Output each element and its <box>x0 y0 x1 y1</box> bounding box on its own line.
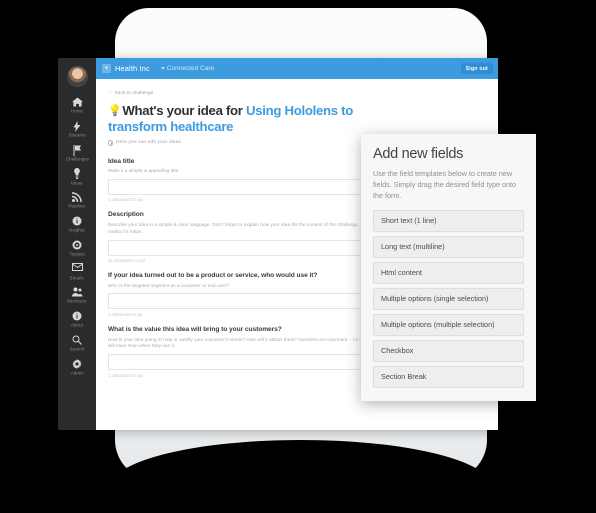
field-template-item[interactable]: Checkbox <box>373 340 524 363</box>
sidebar-item-insights[interactable]: Insights <box>58 213 96 237</box>
sidebar-item-admin[interactable]: Admin <box>58 356 96 380</box>
field-template-item[interactable]: Multiple options (single selection) <box>373 287 524 310</box>
sidebar-item-challenges[interactable]: Challenges <box>58 142 96 166</box>
add-new-fields-panel: Add new fields Use the field templates b… <box>361 134 536 402</box>
back-arrow-icon: ← <box>108 89 114 95</box>
members-icon <box>71 287 83 298</box>
info-icon <box>72 216 82 227</box>
back-to-challenge-link[interactable]: ← back to challenge <box>108 89 486 95</box>
sidebar-item-label: Pipeline <box>68 204 86 209</box>
topnav-label: Connected Care <box>166 65 215 72</box>
rss-icon <box>72 192 82 203</box>
sidebar-item-label: About <box>70 322 84 328</box>
field-help-text: Make it a simple & appealing title. <box>108 168 180 174</box>
bulb-icon <box>73 168 81 180</box>
page-subtitle-label: Here you can edit your ideas <box>115 140 181 146</box>
sidebar-item-emails[interactable]: Emails <box>58 260 96 284</box>
sidebar-item-label: Search <box>69 346 85 352</box>
panel-description: Use the field templates below to create … <box>373 168 517 200</box>
topbar: + Health Inc Connected Care Sign out <box>96 58 498 79</box>
sidebar-item-pipeline[interactable]: Pipeline <box>58 189 96 213</box>
sidebar-item-targets[interactable]: Targets <box>58 237 96 261</box>
target-icon <box>72 240 82 251</box>
field-help-text: Who is the targeted segment as a custome… <box>108 282 229 288</box>
sidebar-item-about[interactable]: About <box>58 308 96 332</box>
back-link-label: back to challenge <box>115 89 154 95</box>
sidebar-item-home[interactable]: Home <box>58 94 96 118</box>
sidebar-item-streams[interactable]: Streams <box>58 118 96 142</box>
field-template-item[interactable]: Section Break <box>373 366 524 389</box>
brand-name[interactable]: Health Inc <box>115 64 150 73</box>
gear-icon <box>72 358 82 370</box>
field-input[interactable] <box>108 354 380 371</box>
sidebar-item-label: Insights <box>68 227 86 233</box>
sidebar-item-label: Ideas <box>71 180 83 186</box>
field-template-item[interactable]: Short text (1 line) <box>373 209 524 232</box>
field-template-item[interactable]: Html content <box>373 261 524 284</box>
bolt-icon <box>73 120 81 132</box>
field-template-list: Short text (1 line) Long text (multiline)… <box>373 209 524 389</box>
lightbulb-icon: 💡 <box>108 105 122 117</box>
field-input[interactable] <box>108 239 380 256</box>
info-icon <box>108 140 114 146</box>
page-title-prefix: What's your idea for <box>122 103 247 118</box>
sidebar-item-label: Challenges <box>65 156 89 162</box>
home-icon <box>71 97 83 108</box>
field-template-item[interactable]: Long text (multiline) <box>373 235 524 258</box>
sidebar-item-label: Targets <box>69 251 85 257</box>
topnav-connected-care[interactable]: Connected Care <box>160 65 215 72</box>
field-input[interactable] <box>108 293 380 310</box>
sidebar-item-label: Members <box>67 299 87 305</box>
flag-icon <box>72 144 82 156</box>
screenshot-stage: Home Streams Challenges Ideas Pipeline Insigh… <box>0 0 596 513</box>
search-icon <box>72 335 82 346</box>
page-title: 💡What's your idea for Using Hololens to … <box>108 103 386 135</box>
sidebar-item-label: Admin <box>70 370 84 376</box>
chevron-down-icon <box>160 67 165 70</box>
sidebar-item-label: Emails <box>70 275 84 281</box>
sidebar-item-ideas[interactable]: Ideas <box>58 165 96 189</box>
sidebar-item-label: Streams <box>68 132 86 138</box>
sidebar-nav: Home Streams Challenges Ideas Pipeline Insigh… <box>58 94 96 379</box>
sidebar: Home Streams Challenges Ideas Pipeline Insigh… <box>58 58 96 430</box>
field-help-text: How is your idea going to help or satisf… <box>108 336 371 349</box>
signout-button[interactable]: Sign out <box>460 63 493 74</box>
plus-icon[interactable]: + <box>102 64 111 73</box>
about-icon <box>72 311 82 322</box>
field-input[interactable] <box>108 178 380 195</box>
field-help-text: Describe your idea in a simple & clear l… <box>108 222 369 234</box>
panel-title: Add new fields <box>373 146 464 162</box>
sidebar-item-members[interactable]: Members <box>58 284 96 308</box>
avatar[interactable] <box>66 66 88 87</box>
sidebar-item-label: Home <box>70 108 84 114</box>
envelope-icon <box>71 263 83 274</box>
field-template-item[interactable]: Multiple options (multiple selection) <box>373 314 524 337</box>
sidebar-item-search[interactable]: Search <box>58 332 96 356</box>
